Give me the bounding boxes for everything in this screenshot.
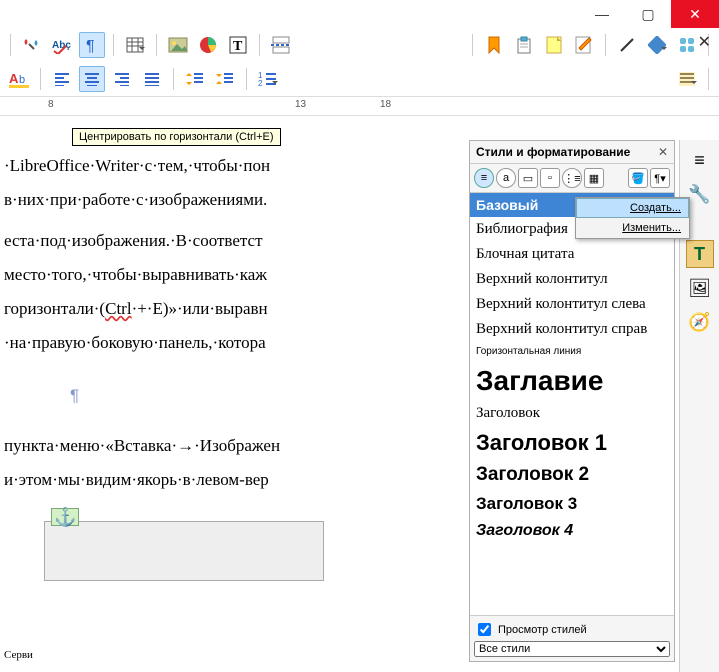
new-style-icon[interactable]: ¶▾ [650, 168, 670, 188]
list-styles-icon[interactable]: ⋮≡ [562, 168, 582, 188]
horizontal-ruler[interactable]: 8 13 18 [0, 96, 719, 116]
spellcheck-icon[interactable]: Abç [49, 32, 75, 58]
ctx-modify[interactable]: Изменить... [576, 218, 689, 238]
style-item[interactable]: Верхний колонтитул справ [470, 317, 674, 342]
character-styles-icon[interactable]: a [496, 168, 516, 188]
style-item-h3[interactable]: Заголовок 3 [470, 490, 674, 518]
properties-tab-icon[interactable]: ≡ [686, 146, 714, 174]
style-item-title[interactable]: Заглавие [470, 361, 674, 401]
styles-category-toolbar: ≡ a ▭ ▫ ⋮≡ ▦ 🪣 ¶▾ [470, 164, 674, 193]
shape-icon[interactable] [644, 32, 670, 58]
svg-text:T: T [233, 39, 243, 54]
line-spacing-icon[interactable]: 12 [255, 66, 281, 92]
text-line: и·этом·мы·видим·якорь·в·левом-вер [4, 464, 470, 496]
bookmark-icon[interactable] [481, 32, 507, 58]
increase-spacing-icon[interactable] [182, 66, 208, 92]
char-highlight-icon[interactable]: Ab [6, 66, 32, 92]
panel-close-icon[interactable]: ✕ [658, 145, 668, 159]
text-line: горизонтали·(Ctrl·+·E)»·или·выравн [4, 293, 470, 325]
line-icon[interactable] [614, 32, 640, 58]
text-line: еста·под·изображения.·В·соответст [4, 225, 470, 257]
ruler-tick: 18 [380, 99, 391, 110]
decrease-spacing-icon[interactable] [212, 66, 238, 92]
para-bg-icon[interactable] [674, 66, 700, 92]
align-center-icon[interactable] [79, 66, 105, 92]
text-line: ·LibreOffice·Writer·с·тем,·чтобы·пон [4, 150, 470, 182]
style-item-h1[interactable]: Заголовок 1 [470, 426, 674, 460]
gallery-tab-icon[interactable]: 🖼 [686, 274, 714, 302]
preview-checkbox[interactable]: Просмотр стилей [474, 620, 670, 639]
restore-button[interactable]: ▢ [625, 0, 671, 28]
page-break-icon[interactable] [268, 32, 294, 58]
fill-format-icon[interactable]: 🪣 [628, 168, 648, 188]
formatting-toolbar: Ab 12 [0, 62, 719, 96]
status-text: Серви [4, 645, 33, 666]
document-area[interactable]: ·LibreOffice·Writer·с·тем,·чтобы·пон в·н… [0, 150, 470, 672]
style-list[interactable]: Базовый Библиография Блочная цитата Верх… [470, 193, 674, 615]
textbox-insert-icon[interactable]: T [225, 32, 251, 58]
panel-title: Стили и форматирование [476, 145, 630, 159]
table-insert-icon[interactable] [122, 32, 148, 58]
text-line: пункта·меню·«Вставка·→·Изображен [4, 430, 470, 462]
text-line: место·того,·чтобы·выравнивать·каж [4, 259, 470, 291]
styles-tab-icon[interactable]: T [686, 240, 714, 268]
preview-checkbox-input[interactable] [478, 623, 491, 636]
style-item[interactable]: Верхний колонтитул слева [470, 292, 674, 317]
paragraph-styles-icon[interactable]: ≡ [474, 168, 494, 188]
align-justify-icon[interactable] [139, 66, 165, 92]
formatting-marks-icon[interactable]: ¶ [79, 32, 105, 58]
ruler-tick: 13 [295, 99, 306, 110]
svg-text:b: b [19, 74, 25, 86]
chart-insert-icon[interactable] [195, 32, 221, 58]
style-item[interactable]: Заголовок [470, 401, 674, 426]
style-item[interactable]: Блочная цитата [470, 242, 674, 267]
style-item[interactable]: Горизонтальная линия [470, 342, 674, 361]
text-line: ·на·правую·боковую·панель,·котора [4, 327, 470, 359]
style-item-h2[interactable]: Заголовок 2 [470, 460, 674, 490]
preview-checkbox-label: Просмотр стилей [498, 624, 587, 636]
style-filter-select[interactable]: Все стили [474, 641, 670, 657]
style-item-h4[interactable]: Заголовок 4 [470, 518, 674, 544]
clipboard-icon[interactable] [511, 32, 537, 58]
style-item[interactable]: Верхний колонтитул [470, 267, 674, 292]
minimize-button[interactable]: — [579, 0, 625, 28]
image-frame[interactable]: ⚓ [44, 521, 324, 581]
ruler-tick: 8 [48, 99, 54, 110]
svg-text:A: A [9, 71, 19, 86]
text-line: в·них·при·работе·с·изображениями. [4, 184, 470, 216]
anchor-icon[interactable]: ⚓ [51, 508, 79, 526]
table-styles-icon[interactable]: ▦ [584, 168, 604, 188]
grid-icon[interactable] [674, 32, 700, 58]
page-styles-icon[interactable]: ▫ [540, 168, 560, 188]
standard-toolbar: Abç ¶ T [0, 28, 719, 62]
context-menu: Создать... Изменить... [575, 197, 690, 239]
frame-styles-icon[interactable]: ▭ [518, 168, 538, 188]
image-insert-icon[interactable] [165, 32, 191, 58]
close-button[interactable]: ✕ [671, 0, 719, 28]
ctx-create[interactable]: Создать... [576, 198, 689, 218]
svg-text:¶: ¶ [86, 38, 95, 54]
find-replace-icon[interactable] [19, 32, 45, 58]
align-left-icon[interactable] [49, 66, 75, 92]
tooltip: Центрировать по горизонтали (Ctrl+E) [72, 128, 281, 146]
align-right-icon[interactable] [109, 66, 135, 92]
note-icon[interactable] [541, 32, 567, 58]
pilcrow-mark: ¶ [70, 380, 79, 412]
edit-note-icon[interactable] [571, 32, 597, 58]
navigator-tab-icon[interactable]: 🧭 [686, 308, 714, 336]
svg-text:2: 2 [258, 79, 263, 87]
